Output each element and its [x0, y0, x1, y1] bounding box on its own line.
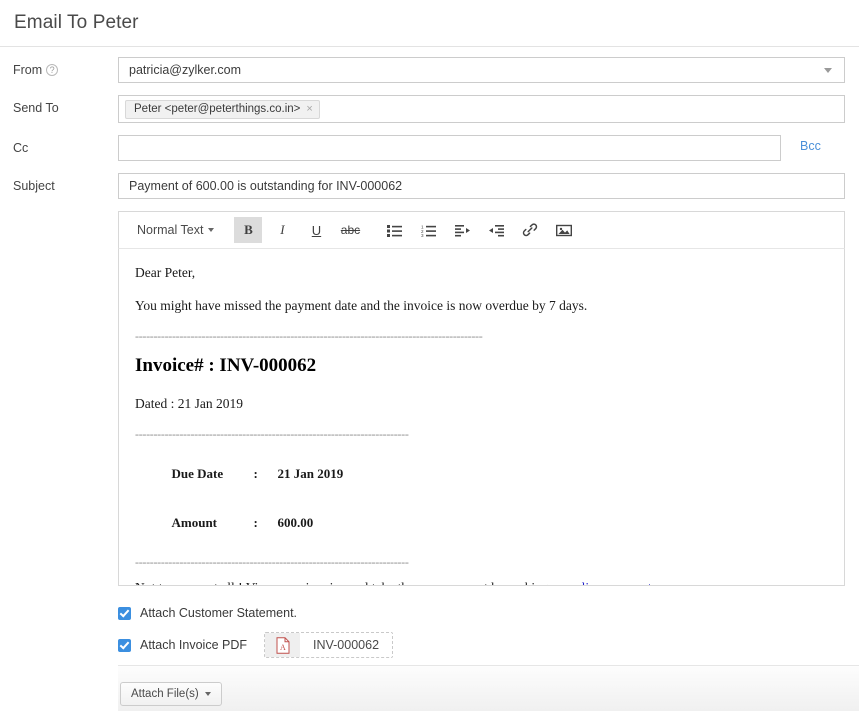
- indent-increase-icon: [455, 224, 470, 237]
- attach-invoice-label: Attach Invoice PDF: [140, 638, 247, 652]
- detail-label: Amount: [172, 515, 254, 531]
- cc-field-wrap: Bcc: [118, 135, 781, 161]
- cc-row: Cc Bcc: [0, 135, 859, 161]
- invoice-pdf-name: INV-000062: [300, 633, 392, 657]
- recipient-chip-label: Peter <peter@peterthings.co.in>: [134, 103, 300, 115]
- image-icon: [556, 224, 572, 237]
- subject-label: Subject: [0, 173, 118, 199]
- subject-row: Subject Payment of 600.00 is outstanding…: [0, 173, 859, 199]
- text-style-label: Normal Text: [137, 223, 203, 237]
- attach-invoice-row: Attach Invoice PDF A INV-000062: [118, 632, 859, 658]
- indent-increase-button[interactable]: [448, 217, 476, 243]
- from-label: From ?: [0, 57, 118, 83]
- attach-statement-label: Attach Customer Statement.: [140, 606, 297, 620]
- invoice-heading: Invoice# : INV-000062: [135, 352, 828, 380]
- send-to-row: Send To Peter <peter@peterthings.co.in> …: [0, 95, 859, 123]
- attach-statement-checkbox[interactable]: [118, 607, 131, 620]
- body-greeting: Dear Peter,: [135, 263, 828, 283]
- footer-bar: [118, 666, 859, 711]
- send-to-field-wrap: Peter <peter@peterthings.co.in> ×: [118, 95, 845, 123]
- bullet-list-icon: [387, 224, 402, 237]
- from-select[interactable]: patricia@zylker.com: [118, 57, 845, 83]
- detail-value: 21 Jan 2019: [278, 466, 344, 481]
- body-cta: Not to worry at all ! View your invoice …: [135, 578, 828, 586]
- detail-row-amount: Amount:600.00: [139, 499, 828, 548]
- detail-divider-top: ----------------------------------------…: [135, 426, 828, 440]
- rich-text-editor: Normal Text B I U abc 1: [118, 211, 845, 586]
- page-header: Email To Peter: [0, 0, 859, 47]
- cc-input[interactable]: [118, 135, 781, 161]
- from-value: patricia@zylker.com: [129, 63, 241, 77]
- indent-decrease-icon: [489, 224, 504, 237]
- invoice-pdf-chip[interactable]: A INV-000062: [264, 632, 393, 658]
- chevron-down-icon: [824, 68, 832, 73]
- from-field-wrap: patricia@zylker.com: [118, 57, 845, 83]
- editor-toolbar: Normal Text B I U abc 1: [118, 211, 845, 249]
- bold-button[interactable]: B: [234, 217, 262, 243]
- email-body[interactable]: Dear Peter, You might have missed the pa…: [118, 249, 845, 586]
- underline-button[interactable]: U: [302, 217, 330, 243]
- bullet-list-button[interactable]: [380, 217, 408, 243]
- subject-input[interactable]: Payment of 600.00 is outstanding for INV…: [118, 173, 845, 199]
- body-intro: You might have missed the payment date a…: [135, 296, 828, 316]
- attach-files-button[interactable]: Attach File(s): [120, 682, 222, 706]
- svg-text:3: 3: [421, 233, 424, 237]
- subject-value: Payment of 600.00 is outstanding for INV…: [129, 179, 402, 193]
- body-divider-top: ----------------------------------------…: [135, 328, 828, 342]
- numbered-list-button[interactable]: 1 2 3: [414, 217, 442, 243]
- detail-colon: :: [254, 466, 278, 482]
- invoice-detail-block: Due Date:21 Jan 2019 Amount:600.00: [135, 450, 828, 548]
- detail-divider-bottom: ----------------------------------------…: [135, 554, 828, 568]
- chevron-down-icon: [208, 228, 214, 232]
- detail-colon: :: [254, 515, 278, 531]
- online-payment-link[interactable]: online payment: [568, 580, 652, 586]
- body-cta-before: Not to worry at all ! View your invoice …: [135, 580, 568, 586]
- email-compose-page: Email To Peter From ? patricia@zylker.co…: [0, 0, 859, 711]
- remove-recipient-icon[interactable]: ×: [306, 103, 312, 115]
- body-cta-after: .: [652, 580, 655, 586]
- cc-label: Cc: [0, 135, 118, 161]
- attach-files-label: Attach File(s): [131, 688, 199, 700]
- text-style-dropdown[interactable]: Normal Text: [129, 218, 222, 242]
- recipient-chip[interactable]: Peter <peter@peterthings.co.in> ×: [125, 100, 320, 119]
- detail-label: Due Date: [172, 466, 254, 482]
- attach-statement-row: Attach Customer Statement.: [118, 606, 859, 620]
- link-icon: [522, 223, 538, 237]
- subject-field-wrap: Payment of 600.00 is outstanding for INV…: [118, 173, 845, 199]
- send-to-input[interactable]: Peter <peter@peterthings.co.in> ×: [118, 95, 845, 123]
- send-to-label: Send To: [0, 95, 118, 121]
- invoice-dated: Dated : 21 Jan 2019: [135, 394, 828, 414]
- from-row: From ? patricia@zylker.com: [0, 57, 859, 83]
- indent-decrease-button[interactable]: [482, 217, 510, 243]
- bcc-link[interactable]: Bcc: [800, 139, 821, 153]
- pdf-file-icon: A: [265, 633, 300, 657]
- insert-image-button[interactable]: [550, 217, 578, 243]
- attachment-options: Attach Customer Statement. Attach Invoic…: [118, 606, 859, 658]
- detail-value: 600.00: [278, 515, 314, 530]
- help-circle-icon[interactable]: ?: [46, 64, 58, 76]
- svg-text:A: A: [280, 643, 286, 652]
- from-label-text: From: [13, 57, 42, 83]
- numbered-list-icon: 1 2 3: [421, 224, 436, 237]
- insert-link-button[interactable]: [516, 217, 544, 243]
- attach-invoice-checkbox[interactable]: [118, 639, 131, 652]
- detail-row-due-date: Due Date:21 Jan 2019: [139, 450, 828, 499]
- page-title: Email To Peter: [14, 12, 139, 34]
- italic-button[interactable]: I: [268, 217, 296, 243]
- compose-form: From ? patricia@zylker.com Send To Peter…: [0, 47, 859, 199]
- chevron-down-icon: [205, 692, 211, 696]
- strikethrough-button[interactable]: abc: [336, 217, 364, 243]
